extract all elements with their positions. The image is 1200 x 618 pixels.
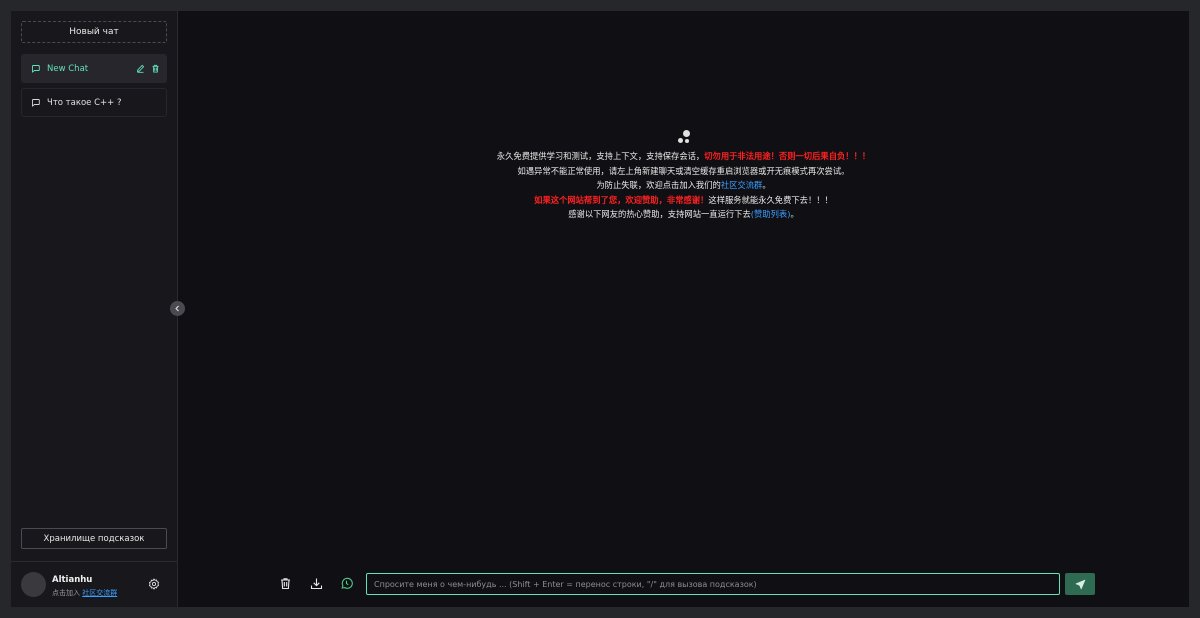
- sponsor-list-link[interactable]: (赞助列表): [751, 209, 791, 219]
- download-button[interactable]: [310, 577, 323, 590]
- clock-icon: [341, 577, 353, 589]
- avatar: [21, 572, 46, 597]
- chat-item-new-chat[interactable]: New Chat: [21, 54, 167, 83]
- loading-spinner-icon: [676, 130, 692, 146]
- user-panel: Altianhu 点击加入 社区交流群: [11, 561, 177, 607]
- notice-line-5: 感谢以下网友的热心赞助，支持网站一直运行下去(赞助列表)。: [568, 209, 799, 219]
- trash-icon: [281, 578, 290, 590]
- notice-line-3: 为防止失联，欢迎点击加入我们的社区交流群。: [596, 180, 771, 190]
- download-icon: [310, 578, 323, 590]
- welcome-notice: 永久免费提供学习和测试，支持上下文，支持保存会话，切勿用于非法用途！否则一切后果…: [178, 130, 1189, 222]
- gear-icon[interactable]: [148, 578, 160, 590]
- clear-chat-button[interactable]: [279, 577, 292, 590]
- chat-bubble-icon: [31, 98, 40, 107]
- sidebar: Новый чат New Chat Что такое C++ ? Храни…: [11, 11, 178, 607]
- community-link[interactable]: 社区交流群: [82, 589, 117, 597]
- send-button[interactable]: [1065, 573, 1095, 595]
- notice-line-2: 如遇异常不能正常使用，请左上角新建聊天或清空缓存重启浏览器或开无痕模式再次尝试。: [517, 165, 850, 176]
- prompt-store-button[interactable]: Хранилище подсказок: [21, 528, 167, 549]
- chevron-left-icon: [174, 305, 181, 312]
- chat-item-label: New Chat: [47, 63, 89, 74]
- input-bar: [178, 572, 1189, 596]
- user-description: 点击加入 社区交流群: [52, 589, 118, 597]
- chat-item-cpp[interactable]: Что такое C++ ?: [21, 88, 167, 117]
- notice-line-1: 永久免费提供学习和测试，支持上下文，支持保存会话，切勿用于非法用途！否则一切后果…: [496, 151, 871, 161]
- user-name: Altianhu: [52, 575, 93, 585]
- trash-icon[interactable]: [151, 64, 160, 73]
- edit-icon[interactable]: [136, 64, 145, 73]
- send-icon: [1075, 579, 1086, 590]
- chat-main: 永久免费提供学习和测试，支持上下文，支持保存会话，切勿用于非法用途！否则一切后果…: [178, 11, 1189, 607]
- collapse-sidebar-button[interactable]: [170, 301, 185, 316]
- app-window: Новый чат New Chat Что такое C++ ? Храни…: [11, 11, 1189, 607]
- notice-line-4: 如果这个网站帮到了您，欢迎赞助，非常感谢！这样服务就能永久免费下去！！！: [534, 194, 833, 205]
- chat-input[interactable]: [366, 573, 1060, 595]
- chat-bubble-icon: [31, 64, 40, 73]
- context-toggle-button[interactable]: [340, 577, 353, 590]
- community-link[interactable]: 社区交流群: [721, 180, 763, 190]
- new-chat-button[interactable]: Новый чат: [21, 21, 167, 43]
- chat-item-label: Что такое C++ ?: [47, 97, 122, 108]
